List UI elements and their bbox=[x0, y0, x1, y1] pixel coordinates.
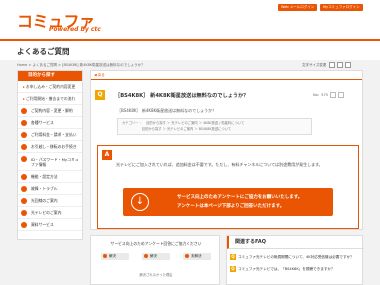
question-icon: Q bbox=[230, 254, 236, 260]
related-faq-item[interactable]: Q コミュファ光テレビの無償期間について、4K対応受信機は必要ですか？ bbox=[230, 254, 354, 260]
survey-option-resolved[interactable]: 解決 bbox=[101, 253, 129, 260]
sidebar-item-label: ID・パスワード・Myコミュファ情報 bbox=[31, 157, 79, 167]
related-faq-title: 関連するFAQ bbox=[227, 236, 364, 249]
sidebar-item[interactable]: 故障・トラブル bbox=[18, 183, 82, 195]
sidebar-item-label: お申し込み・ご契約内容変更 bbox=[25, 84, 76, 89]
sidebar-item-label: ご契約内容・変更・解約 bbox=[31, 108, 73, 113]
sidebar-item-label: ご利用料金・請求・支払い bbox=[31, 132, 77, 137]
category-icon bbox=[21, 144, 27, 150]
sidebar-item[interactable]: 光回線のご案内 bbox=[18, 195, 82, 207]
sidebar-item-label: ご利用開始・撤去までの流れ bbox=[25, 96, 76, 101]
sidebar-item-label: 機能・設定方法 bbox=[31, 174, 58, 179]
category-icon bbox=[21, 174, 27, 180]
sidebar-item[interactable]: 資料サービス bbox=[18, 219, 82, 231]
faq-number: No：575 bbox=[313, 93, 328, 97]
category-icon bbox=[21, 132, 27, 138]
sidebar-item[interactable]: ご利用開始・撤去までの流れ bbox=[18, 93, 82, 105]
sidebar: 目的から探す お申し込み・ご契約内容変更ご利用開始・撤去までの流れご契約内容・変… bbox=[17, 70, 83, 240]
page-title: よくあるご質問 bbox=[17, 47, 70, 56]
main-top-line bbox=[91, 79, 362, 80]
sidebar-item-label: 各種サービス bbox=[31, 120, 54, 125]
next-button[interactable] bbox=[338, 92, 345, 98]
sidebar-item[interactable]: 各種サービス bbox=[18, 117, 82, 129]
question-icon: Q bbox=[230, 266, 236, 272]
sidebar-title: 目的から探す bbox=[18, 71, 82, 81]
sidebar-item-label: 光回線のご案内 bbox=[31, 198, 58, 203]
webmail-login-button[interactable]: Web メールログイン bbox=[278, 4, 318, 11]
category-icon bbox=[21, 198, 27, 204]
arrow-down-icon: ↓ bbox=[131, 193, 149, 211]
mycommufa-login-button[interactable]: Myコミュファログイン bbox=[320, 4, 363, 11]
font-size-control: 文字サイズ変更 bbox=[302, 62, 351, 68]
question-title: ［BS4K8K］ 新4K8K衛星放送は無料なのでしょうか？ bbox=[115, 93, 249, 99]
site-header: コミュファ Powered by ctc Web メールログイン Myコミュファ… bbox=[0, 0, 380, 40]
category-icon bbox=[21, 156, 27, 162]
radio-icon bbox=[103, 254, 107, 258]
back-link[interactable]: ◀ 戻る bbox=[94, 73, 105, 78]
sidebar-item-label: お引越し・移転のお手続き bbox=[31, 144, 77, 149]
font-size-small-button[interactable] bbox=[328, 62, 335, 68]
category-box: カテゴリー ： 目的から探す ＞ 光テレビのご案内 ＞ 4K8K放送 / 衛星料… bbox=[117, 118, 312, 135]
sidebar-item[interactable]: ご利用料金・請求・支払い bbox=[18, 129, 82, 141]
answer-badge: A bbox=[102, 150, 112, 160]
sidebar-item[interactable]: 光テレビのご案内 bbox=[18, 207, 82, 219]
category-row[interactable]: 目的から探す ＞ 光テレビのご案内 ＞ BS4K8K放送について bbox=[122, 127, 307, 133]
category-icon bbox=[21, 108, 27, 114]
survey-option-resolved-2[interactable]: 解決 bbox=[142, 253, 170, 260]
question-badge: Q bbox=[95, 90, 105, 100]
related-faq-panel: 関連するFAQ Q コミュファ光テレビの無償期間について、4K対応受信機は必要です… bbox=[226, 235, 364, 285]
header-divider bbox=[0, 39, 380, 41]
survey-banner-line1: サービス向上のためアンケートにご協力をお願いいたします。 bbox=[177, 195, 303, 200]
radio-icon bbox=[144, 254, 148, 258]
sidebar-item[interactable]: お申し込み・ご契約内容変更 bbox=[18, 81, 82, 93]
breadcrumb[interactable]: Home > よくあるご質問 > [BS4K8K] 新4K8K衛星放送は無料なの… bbox=[17, 63, 145, 68]
sidebar-item[interactable]: ID・パスワード・Myコミュファ情報 bbox=[18, 153, 82, 171]
survey-box: サービス向上のためアンケート回答にご協力ください 解決 解決 未解決 解決されな… bbox=[90, 235, 220, 285]
answer-area: A 光テレビにご加入されていれば、追加料金は不要です。ただし、有料チャンネルにつ… bbox=[97, 145, 359, 229]
survey-reason-label: 解決されなかった理由 bbox=[139, 273, 173, 277]
category-icon bbox=[21, 210, 27, 216]
survey-banner-button[interactable]: ↓ サービス向上のためアンケートにご協力をお願いいたします。 アンケートは本ペー… bbox=[123, 188, 333, 216]
survey-option-unresolved[interactable]: 未解決 bbox=[183, 253, 211, 260]
related-faq-item[interactable]: Q コミュファ光テレビでは、「BS4K8K」を視聴できますか？ bbox=[230, 266, 335, 272]
answer-text: 光テレビにご加入されていれば、追加料金は不要です。ただし、有料チャンネルについて… bbox=[116, 162, 323, 167]
category-icon bbox=[21, 120, 27, 126]
logo-subtitle: Powered by ctc bbox=[49, 26, 101, 33]
survey-banner-line2: アンケートは本ページ下部よりご回答いただけます。 bbox=[177, 204, 285, 209]
faq-main-panel: ◀ 戻る Q ［BS4K8K］ 新4K8K衛星放送は無料なのでしょうか？ No：… bbox=[90, 70, 363, 230]
prev-button[interactable] bbox=[330, 92, 337, 98]
font-size-large-button[interactable] bbox=[344, 62, 351, 68]
category-icon bbox=[21, 186, 27, 192]
sidebar-item-label: 資料サービス bbox=[31, 222, 54, 227]
sidebar-item[interactable]: ご契約内容・変更・解約 bbox=[18, 105, 82, 117]
font-size-medium-button[interactable] bbox=[336, 62, 343, 68]
page-counter: No：575 bbox=[313, 92, 345, 98]
sidebar-item[interactable]: 機能・設定方法 bbox=[18, 171, 82, 183]
sidebar-item-label: 光テレビのご案内 bbox=[31, 210, 62, 215]
font-size-label: 文字サイズ変更 bbox=[302, 63, 327, 67]
radio-icon bbox=[185, 254, 189, 258]
question-body: ［BS4K8K］ 新4K8K衛星放送は無料なのでしょうか？ bbox=[117, 108, 217, 113]
sidebar-item-label: 故障・トラブル bbox=[31, 186, 58, 191]
sidebar-item[interactable]: お引越し・移転のお手続き bbox=[18, 141, 82, 153]
category-icon bbox=[21, 222, 27, 228]
survey-question: サービス向上のためアンケート回答にご協力ください bbox=[110, 241, 202, 246]
